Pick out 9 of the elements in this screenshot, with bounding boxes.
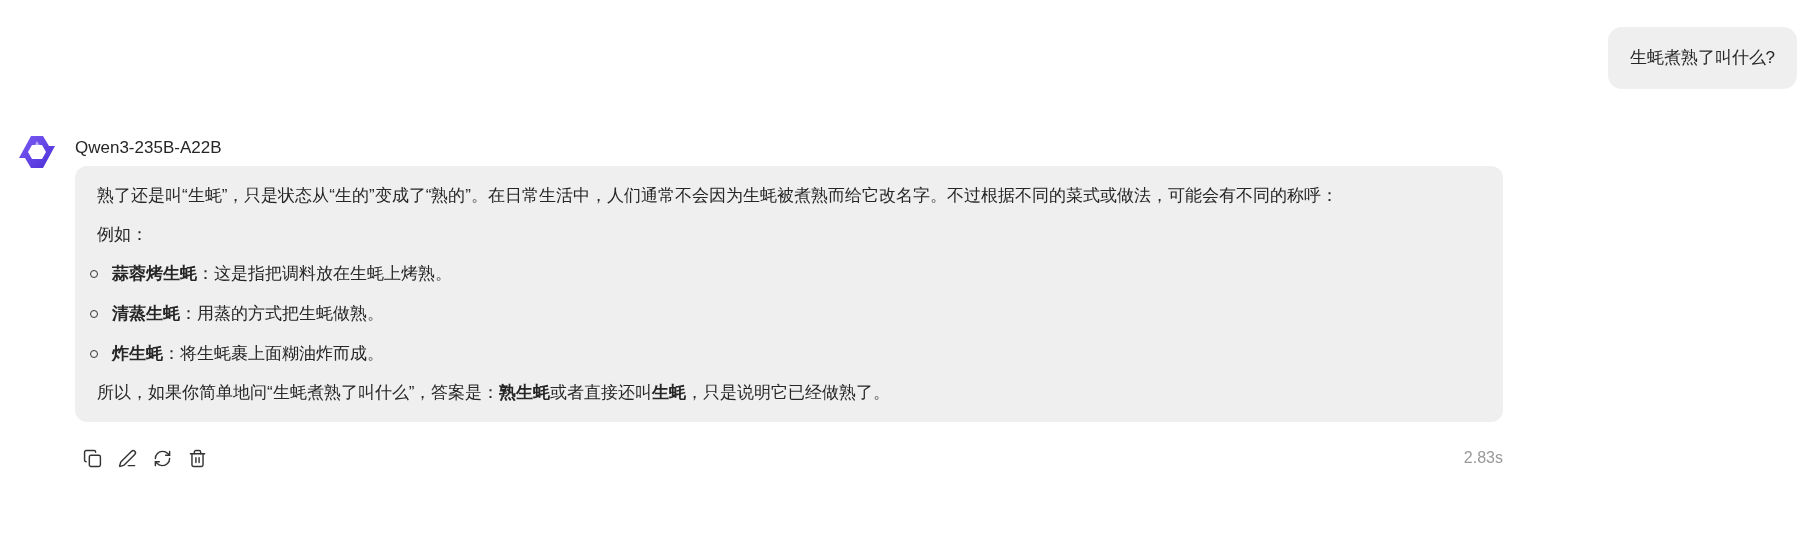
paragraph: 例如：	[97, 224, 149, 246]
response-time: 2.83s	[1463, 448, 1503, 468]
paragraph: 所以，如果你简单地问“生蚝煮熟了叫什么”，答案是：熟生蚝或者直接还叫生蚝，只是说明它已经做熟了。	[97, 382, 892, 404]
list-item: 蒜蓉烤生蚝：这是指把调料放在生蚝上烤熟。	[112, 263, 452, 285]
paragraph: 熟了还是叫“生蚝”，只是状态从“生的”变成了“熟的”。在日常生活中，人们通常不会因为生蚝被煮熟而给它改名字。不过根据不同的菜式或做法，可能会有不同的称呼：	[97, 185, 1339, 207]
list-item: 炸生蚝：将生蚝裹上面糊油炸而成。	[112, 343, 384, 365]
model-name: Qwen3-235B-A22B	[75, 137, 223, 159]
list-item: 清蒸生蚝：用蒸的方式把生蚝做熟。	[112, 303, 384, 325]
user-message: 生蚝煮熟了叫什么?	[1607, 27, 1797, 89]
